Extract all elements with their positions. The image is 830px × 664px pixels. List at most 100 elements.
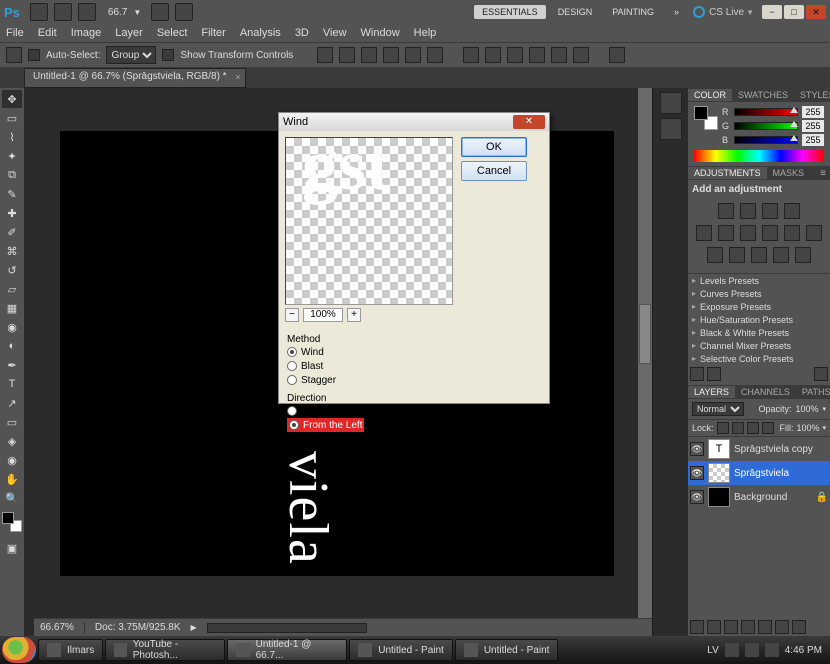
b-value[interactable]: 255: [802, 134, 824, 146]
posterize-icon[interactable]: [729, 247, 745, 263]
gradientmap-icon[interactable]: [773, 247, 789, 263]
dodge-tool[interactable]: ◐: [2, 337, 22, 355]
opacity-value[interactable]: 100%: [795, 404, 818, 414]
menu-3d[interactable]: 3D: [295, 27, 309, 39]
layer-row[interactable]: 👁 Background 🔒: [688, 485, 830, 509]
window-maximize-icon[interactable]: □: [784, 5, 804, 19]
eyedropper-tool[interactable]: ✎: [2, 185, 22, 203]
invert-icon[interactable]: [707, 247, 723, 263]
auto-select-mode[interactable]: Group: [106, 46, 156, 64]
align-icon[interactable]: [339, 47, 355, 63]
preset-huesat[interactable]: ▸Hue/Saturation Presets: [688, 313, 830, 326]
menu-analysis[interactable]: Analysis: [240, 27, 281, 39]
status-scrubber[interactable]: [207, 623, 367, 633]
adjustment-layer-icon[interactable]: [741, 620, 755, 634]
workspace-design[interactable]: DESIGN: [550, 5, 601, 19]
window-close-icon[interactable]: ✕: [806, 5, 826, 19]
layer-row[interactable]: 👁 Sprāgstviela: [688, 461, 830, 485]
crop-tool[interactable]: ⧉: [2, 166, 22, 184]
layer-name[interactable]: Background: [734, 492, 787, 503]
align-icon[interactable]: [317, 47, 333, 63]
dialog-preview[interactable]: gst: [285, 137, 453, 305]
workspace-painting[interactable]: PAINTING: [604, 5, 662, 19]
quickmask-toggle[interactable]: ▣: [2, 539, 22, 557]
arrange-docs-icon[interactable]: [151, 3, 169, 21]
channelmixer-icon[interactable]: [806, 225, 822, 241]
gradient-tool[interactable]: ▦: [2, 299, 22, 317]
threshold-icon[interactable]: [751, 247, 767, 263]
preset-levels[interactable]: ▸Levels Presets: [688, 274, 830, 287]
menu-file[interactable]: File: [6, 27, 24, 39]
view-extras-icon[interactable]: [78, 3, 96, 21]
launch-bridge-icon[interactable]: [30, 3, 48, 21]
tab-styles[interactable]: STYLES: [794, 89, 830, 101]
window-minimize-icon[interactable]: −: [762, 5, 782, 19]
curves-icon[interactable]: [762, 203, 778, 219]
menu-select[interactable]: Select: [157, 27, 188, 39]
shape-tool[interactable]: ▭: [2, 413, 22, 431]
lock-paint-icon[interactable]: [732, 422, 744, 434]
lasso-tool[interactable]: ⌇: [2, 128, 22, 146]
new-layer-icon[interactable]: [775, 620, 789, 634]
colorbalance-icon[interactable]: [740, 225, 756, 241]
clock[interactable]: 4:46 PM: [785, 645, 822, 656]
blend-mode-select[interactable]: Normal: [692, 402, 744, 416]
workspace-more[interactable]: »: [666, 5, 687, 19]
history-brush-tool[interactable]: ↺: [2, 261, 22, 279]
tray-icon[interactable]: [745, 643, 759, 657]
visibility-toggle[interactable]: 👁: [690, 490, 704, 504]
cancel-button[interactable]: Cancel: [461, 161, 527, 181]
zoom-tool[interactable]: 🔍: [2, 489, 22, 507]
vibrance-icon[interactable]: [696, 225, 712, 241]
taskbar-item[interactable]: Untitled-1 @ 66.7...: [227, 639, 347, 661]
vertical-scrollbar[interactable]: [638, 88, 652, 618]
preset-exposure[interactable]: ▸Exposure Presets: [688, 300, 830, 313]
photofilter-icon[interactable]: [784, 225, 800, 241]
distribute-icon[interactable]: [529, 47, 545, 63]
move-tool[interactable]: ✥: [2, 90, 22, 108]
group-icon[interactable]: [758, 620, 772, 634]
spectrum-picker[interactable]: [694, 150, 824, 162]
preset-channelmixer[interactable]: ▸Channel Mixer Presets: [688, 339, 830, 352]
g-value[interactable]: 255: [802, 120, 824, 132]
eraser-tool[interactable]: ▱: [2, 280, 22, 298]
distribute-icon[interactable]: [485, 47, 501, 63]
zoom-percent[interactable]: 66.7: [108, 7, 127, 18]
menu-image[interactable]: Image: [71, 27, 102, 39]
visibility-toggle[interactable]: 👁: [690, 466, 704, 480]
close-tab-icon[interactable]: ×: [235, 72, 240, 82]
selectivecolor-icon[interactable]: [795, 247, 811, 263]
auto-select-checkbox[interactable]: [28, 49, 40, 61]
preview-zoom[interactable]: 100%: [303, 308, 343, 322]
pen-tool[interactable]: ✒: [2, 356, 22, 374]
hand-tool[interactable]: ✋: [2, 470, 22, 488]
3d-tool[interactable]: ◈: [2, 432, 22, 450]
cslive-label[interactable]: CS Live: [709, 7, 744, 18]
hue-icon[interactable]: [718, 225, 734, 241]
r-value[interactable]: 255: [802, 106, 824, 118]
menu-window[interactable]: Window: [361, 27, 400, 39]
distribute-icon[interactable]: [573, 47, 589, 63]
blur-tool[interactable]: ◉: [2, 318, 22, 336]
bw-icon[interactable]: [762, 225, 778, 241]
wand-tool[interactable]: ✦: [2, 147, 22, 165]
preset-selectivecolor[interactable]: ▸Selective Color Presets: [688, 352, 830, 365]
distribute-icon[interactable]: [507, 47, 523, 63]
cslive-icon[interactable]: [693, 6, 705, 18]
method-stagger[interactable]: Stagger: [287, 373, 541, 387]
tray-icon[interactable]: [725, 643, 739, 657]
actions-panel-icon[interactable]: [660, 118, 682, 140]
b-slider[interactable]: [734, 136, 798, 144]
tab-adjustments[interactable]: ADJUSTMENTS: [688, 167, 767, 179]
menu-filter[interactable]: Filter: [201, 27, 225, 39]
panel-menu-icon[interactable]: ≡: [816, 168, 830, 179]
show-transform-checkbox[interactable]: [162, 49, 174, 61]
mask-icon[interactable]: [724, 620, 738, 634]
launch-minibridge-icon[interactable]: [54, 3, 72, 21]
status-zoom[interactable]: 66.67%: [40, 622, 74, 633]
color-swatches[interactable]: [2, 512, 22, 532]
preset-bw[interactable]: ▸Black & White Presets: [688, 326, 830, 339]
layer-name[interactable]: Sprāgstviela: [734, 468, 789, 479]
zoom-in-button[interactable]: +: [347, 308, 361, 322]
trash-icon[interactable]: [792, 620, 806, 634]
